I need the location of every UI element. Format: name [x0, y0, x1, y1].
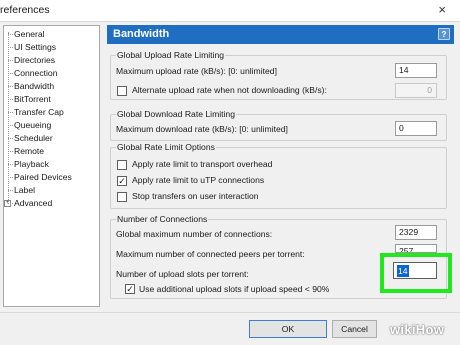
tree-item-bittorrent[interactable]: BitTorrent	[8, 93, 51, 106]
tree-item-bandwidth[interactable]: Bandwidth	[7, 80, 54, 93]
close-icon[interactable]: ×	[438, 2, 446, 17]
settings-tree: General UI Settings Directories Connecti…	[3, 25, 100, 307]
alt-upload-checkbox[interactable]	[117, 86, 127, 96]
tree-item-connection[interactable]: Connection	[7, 67, 57, 80]
title-bar: references ×	[0, 0, 460, 22]
tree-item-scheduler[interactable]: Scheduler	[8, 132, 53, 145]
connections-group-label: Number of Connections	[116, 214, 209, 224]
tree-item-directories[interactable]: Directories	[7, 54, 55, 67]
window-title: references	[0, 4, 50, 16]
max-upload-label: Maximum upload rate (kB/s): [0: unlimite…	[116, 66, 277, 76]
additional-slots-label: Use additional upload slots if upload sp…	[139, 284, 330, 294]
global-connections-label: Global maximum number of connections:	[116, 229, 273, 239]
upload-group-label: Global Upload Rate Limiting	[116, 50, 226, 60]
utp-label: Apply rate limit to uTP connections	[132, 175, 265, 185]
tree-item-label[interactable]: Label	[7, 184, 35, 197]
max-upload-input[interactable]: 14	[395, 63, 437, 78]
tree-item-playback[interactable]: Playback	[8, 158, 49, 171]
options-group-label: Global Rate Limit Options	[116, 142, 216, 152]
ok-button[interactable]: OK	[249, 320, 327, 338]
transport-overhead-label: Apply rate limit to transport overhead	[132, 159, 273, 169]
tree-item-general[interactable]: General	[8, 28, 45, 41]
stop-transfers-label: Stop transfers on user interaction	[132, 191, 259, 201]
alt-upload-input[interactable]: 0	[395, 83, 437, 98]
tree-item-paired-devices[interactable]: Paired Devices	[8, 171, 72, 184]
cancel-button[interactable]: Cancel	[332, 320, 377, 338]
utp-checkbox[interactable]: ✓	[117, 176, 127, 186]
watermark: wikiHow	[390, 322, 445, 337]
max-download-label: Maximum download rate (kB/s): [0: unlimi…	[116, 124, 288, 134]
tree-item-queueing[interactable]: Queueing	[7, 119, 51, 132]
tree-item-advanced[interactable]: Advanced	[7, 197, 52, 210]
stop-transfers-checkbox[interactable]	[117, 192, 127, 202]
tree-connector	[8, 32, 9, 200]
tree-item-ui-settings[interactable]: UI Settings	[7, 41, 56, 54]
peers-per-torrent-label: Maximum number of connected peers per to…	[116, 249, 305, 259]
panel-title: Bandwidth	[113, 28, 170, 40]
transport-overhead-checkbox[interactable]	[117, 160, 127, 170]
tree-item-remote[interactable]: Remote	[7, 145, 44, 158]
tree-item-transfer-cap[interactable]: Transfer Cap	[8, 106, 64, 119]
upload-slots-input[interactable]: 14	[393, 262, 437, 279]
global-connections-input[interactable]: 2329	[395, 225, 437, 240]
help-icon[interactable]: ?	[438, 28, 450, 40]
max-download-input[interactable]: 0	[395, 121, 437, 136]
alt-upload-label: Alternate upload rate when not downloadi…	[132, 85, 327, 95]
additional-slots-checkbox[interactable]: ✓	[125, 284, 135, 294]
download-group-label: Global Download Rate Limiting	[116, 109, 236, 119]
upload-slots-value: 14	[397, 265, 409, 277]
peers-per-torrent-input[interactable]: 257	[395, 244, 437, 253]
panel-header: Bandwidth ?	[107, 25, 454, 44]
upload-slots-label: Number of upload slots per torrent:	[116, 269, 249, 279]
